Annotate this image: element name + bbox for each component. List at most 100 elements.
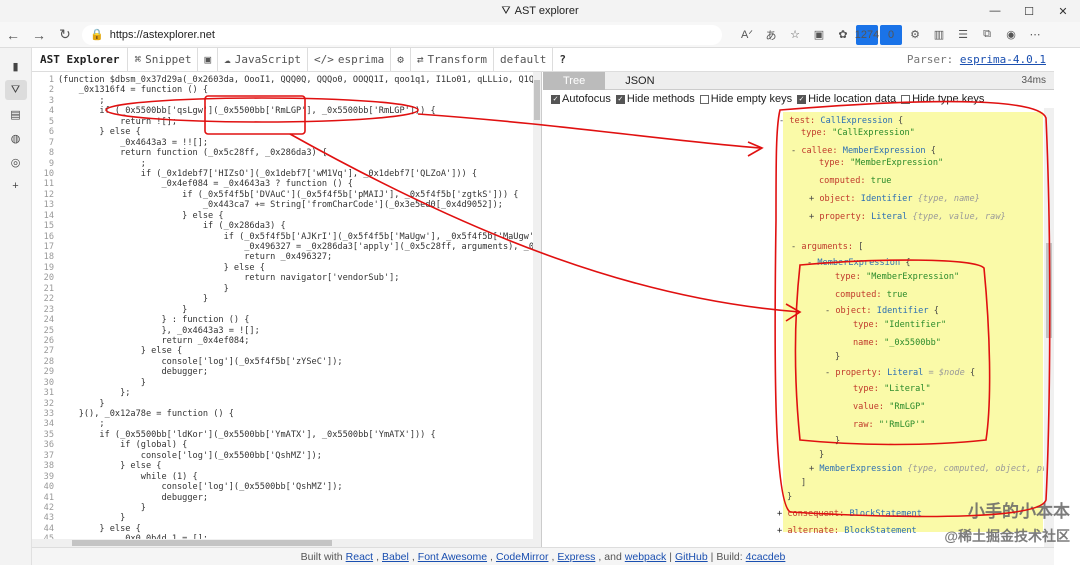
- codemirror-link[interactable]: CodeMirror: [496, 551, 549, 563]
- tree-node-test[interactable]: - test: CallExpression {: [779, 116, 903, 126]
- code-line[interactable]: _0x1316f4 = function () {: [58, 85, 541, 95]
- stackoverflow-icon[interactable]: ▤: [5, 104, 27, 124]
- code-line[interactable]: return ![];: [58, 117, 541, 127]
- checkbox-icon[interactable]: [901, 94, 911, 104]
- code-line[interactable]: }: [58, 284, 541, 294]
- option-hide-type-keys[interactable]: Hide type keys: [901, 93, 984, 105]
- tab-tree[interactable]: Tree: [543, 72, 606, 90]
- github-icon[interactable]: ◍: [5, 128, 27, 148]
- transform-default-menu[interactable]: default: [493, 47, 552, 72]
- app-icon[interactable]: ◎: [5, 152, 27, 172]
- code-line[interactable]: }, _0x4643a3 = ![];: [58, 326, 541, 336]
- checkbox-icon[interactable]: ✓: [797, 94, 807, 104]
- code-line[interactable]: }: [58, 294, 541, 304]
- code-line[interactable]: } else {: [58, 127, 541, 137]
- code-line[interactable]: if (_0x286da3) {: [58, 221, 541, 231]
- code-line[interactable]: while (1) {: [58, 472, 541, 482]
- code-line[interactable]: _0x4ef084 = _0x4643a3 ? function () {: [58, 179, 541, 189]
- code-line[interactable]: } else {: [58, 524, 541, 534]
- code-line[interactable]: (function $dbsm_0x37d29a(_0x2603da, OooI…: [58, 75, 541, 85]
- code-line[interactable]: return function (_0x5c28ff, _0x286da3) {: [58, 148, 541, 158]
- favorites-icon[interactable]: ☰: [952, 25, 974, 45]
- tab-json[interactable]: JSON: [605, 72, 674, 90]
- code-line[interactable]: ;: [58, 96, 541, 106]
- express-link[interactable]: Express: [557, 551, 595, 563]
- code-line[interactable]: }: [58, 513, 541, 523]
- code-line[interactable]: if (_0x1debf7['HIZsO'](_0x1debf7['wM1Vq'…: [58, 169, 541, 179]
- tree-node-callee[interactable]: - callee: MemberExpression {: [791, 146, 936, 156]
- extension-icon[interactable]: ▣: [808, 25, 830, 45]
- ast-explorer-tab-icon[interactable]: ⛛: [4, 80, 27, 100]
- code-line[interactable]: debugger;: [58, 493, 541, 503]
- webpack-link[interactable]: webpack: [625, 551, 666, 563]
- tree-node-property[interactable]: + property: Literal {type, value, raw}: [809, 212, 1006, 222]
- option-autofocus[interactable]: ✓ Autofocus: [551, 93, 611, 105]
- code-line[interactable]: _0x496327 = _0x286da3['apply'](_0x5c28ff…: [58, 242, 541, 252]
- code-line[interactable]: console['log'](_0x5500bb['QshMZ']);: [58, 451, 541, 461]
- code-lines[interactable]: (function $dbsm_0x37d29a(_0x2603da, OooI…: [58, 75, 541, 545]
- code-line[interactable]: ;: [58, 159, 541, 169]
- code-line[interactable]: if (_0x5f4f5b['AJKrI'](_0x5f4f5b['MaUgw'…: [58, 232, 541, 242]
- build-link[interactable]: 4cacdeb: [746, 551, 786, 563]
- tree-node-arg-property[interactable]: - property: Literal = $node {: [825, 368, 975, 378]
- code-line[interactable]: _0x443ca7 += String['fromCharCode'](_0x3…: [58, 200, 541, 210]
- extension-badge-icon[interactable]: 1274: [855, 24, 879, 45]
- code-line[interactable]: if (_0x5500bb['ldKor'](_0x5500bb['YmATX'…: [58, 430, 541, 440]
- output-vertical-scrollbar[interactable]: [1044, 108, 1054, 547]
- output-scroll-thumb[interactable]: [1046, 243, 1052, 338]
- code-line[interactable]: } else {: [58, 461, 541, 471]
- more-menu-icon[interactable]: ⋯: [1024, 25, 1046, 45]
- font-awesome-link[interactable]: Font Awesome: [418, 551, 487, 563]
- code-line[interactable]: }: [58, 503, 541, 513]
- save-button[interactable]: ▣: [197, 47, 217, 72]
- code-line[interactable]: console['log'](_0x5f4f5b['zYSeC']);: [58, 357, 541, 367]
- tree-node-alternate[interactable]: + alternate: BlockStatement: [777, 526, 917, 536]
- editor-hscroll-thumb[interactable]: [72, 540, 332, 546]
- split-screen-icon[interactable]: ▥: [928, 25, 950, 45]
- transform-menu[interactable]: ⇄ Transform: [409, 47, 493, 72]
- language-menu[interactable]: ☁ JavaScript: [217, 47, 307, 72]
- babel-link[interactable]: Babel: [382, 551, 409, 563]
- code-line[interactable]: console['log'](_0x5500bb['QshMZ']);: [58, 482, 541, 492]
- add-icon[interactable]: +: [5, 176, 27, 196]
- extension-counter-icon[interactable]: 0: [880, 24, 902, 45]
- read-aloud-icon[interactable]: Aᐟ: [736, 25, 758, 45]
- code-line[interactable]: if (global) {: [58, 440, 541, 450]
- code-line[interactable]: }: [58, 305, 541, 315]
- editor-scroll-thumb[interactable]: [534, 80, 540, 120]
- code-line[interactable]: }: [58, 378, 541, 388]
- notebook-icon[interactable]: ▮: [5, 56, 27, 76]
- code-line[interactable]: } else {: [58, 263, 541, 273]
- tree-node-consequent[interactable]: + consequent: BlockStatement: [777, 509, 922, 519]
- github-link[interactable]: GitHub: [675, 551, 708, 563]
- code-line[interactable]: return _0x496327;: [58, 252, 541, 262]
- code-line[interactable]: } else {: [58, 211, 541, 221]
- tree-node-object[interactable]: + object: Identifier {type, name}: [809, 194, 980, 204]
- checkbox-icon[interactable]: ✓: [551, 94, 560, 104]
- maximize-icon[interactable]: ☐: [1012, 0, 1046, 22]
- favorite-star-icon[interactable]: ☆: [784, 25, 806, 45]
- checkbox-icon[interactable]: [699, 94, 709, 104]
- refresh-icon[interactable]: ↻: [52, 22, 78, 48]
- profile-icon[interactable]: ◉: [1000, 25, 1022, 45]
- option-hide-methods[interactable]: ✓ Hide methods: [615, 93, 695, 105]
- forward-icon[interactable]: →: [26, 22, 52, 48]
- editor-horizontal-scrollbar[interactable]: [32, 539, 541, 547]
- snippet-menu[interactable]: ⌘ Snippet: [127, 47, 197, 72]
- code-line[interactable]: ;: [58, 419, 541, 429]
- collections-icon[interactable]: ⧉: [976, 25, 998, 45]
- code-line[interactable]: _0x4643a3 = !![];: [58, 138, 541, 148]
- code-line[interactable]: debugger;: [58, 367, 541, 377]
- extension-colorful-icon[interactable]: ✿: [832, 25, 854, 45]
- code-line[interactable]: }: [58, 399, 541, 409]
- parser-settings-button[interactable]: ⚙: [390, 47, 410, 72]
- url-field[interactable]: 🔒 https://astexplorer.net: [82, 24, 722, 45]
- code-line[interactable]: return navigator['vendorSub'];: [58, 273, 541, 283]
- code-line[interactable]: } else {: [58, 346, 541, 356]
- code-line[interactable]: return _0x4ef084;: [58, 336, 541, 346]
- option-hide-location-data[interactable]: ✓ Hide location data: [797, 93, 896, 105]
- minimize-icon[interactable]: —: [978, 0, 1012, 22]
- code-line[interactable]: } : function () {: [58, 315, 541, 325]
- editor-vertical-scrollbar[interactable]: [533, 72, 541, 547]
- code-line[interactable]: if (_0x5f4f5b['DVAuC'](_0x5f4f5b['pMAIJ'…: [58, 190, 541, 200]
